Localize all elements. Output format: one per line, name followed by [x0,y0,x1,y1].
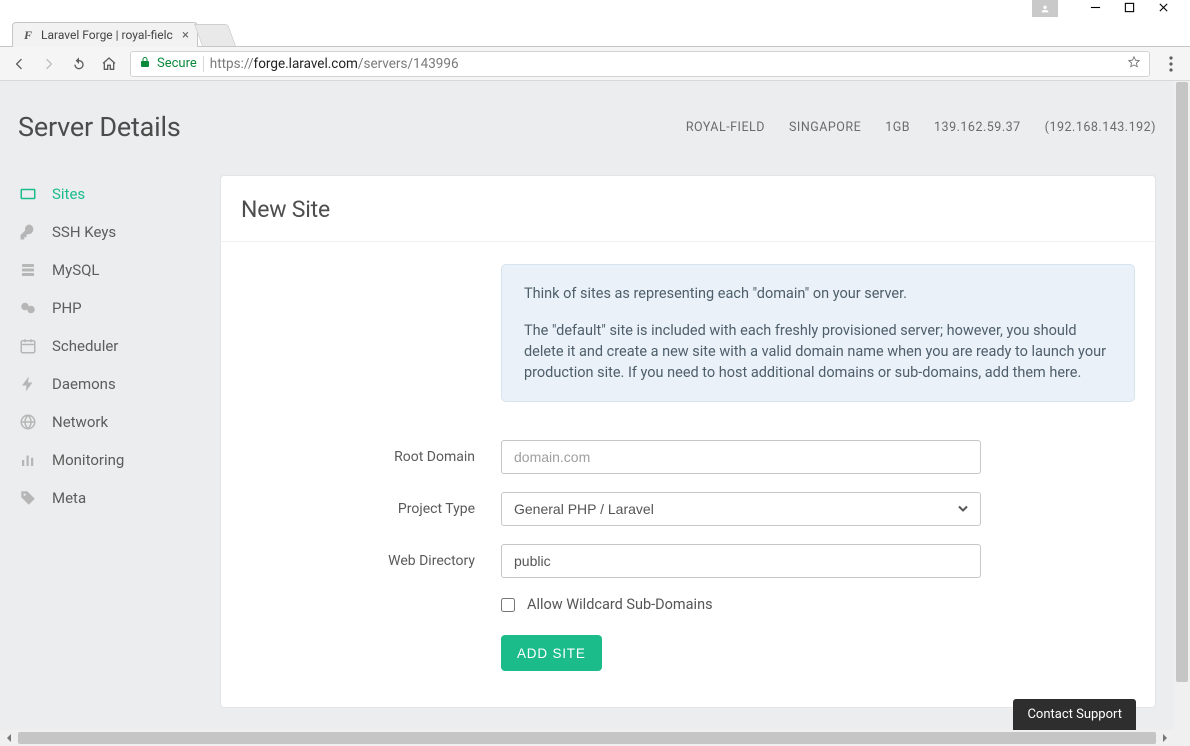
main-panel: New Site Think of sites as representing … [220,175,1156,708]
rect-icon [18,184,38,204]
info-box: Think of sites as representing each "dom… [501,264,1135,402]
add-site-button[interactable]: ADD SITE [501,635,602,671]
project-type-select[interactable]: General PHP / Laravel [501,492,981,526]
page-scroll-area: Server Details ROYAL-FIELD SINGAPORE 1GB… [0,81,1190,746]
server-private-ip: (192.168.143.192) [1045,120,1156,135]
sidebar-item-label: PHP [52,299,82,317]
sidebar-item-label: Monitoring [52,451,124,469]
forward-button[interactable] [40,55,58,73]
server-name[interactable]: ROYAL-FIELD [686,120,765,135]
browser-tabstrip: F Laravel Forge | royal-fielc × [0,21,1190,47]
hscroll-right-arrow-icon[interactable] [1157,731,1173,745]
browser-toolbar: Secure https://forge.laravel.com/servers… [0,47,1190,81]
project-type-label: Project Type [241,501,501,517]
bolt-icon [18,374,38,394]
web-directory-label: Web Directory [241,553,501,569]
sidebar-item-daemons[interactable]: Daemons [18,365,192,403]
form-row-project-type: Project Type General PHP / Laravel [241,492,1135,526]
sidebar-item-label: Daemons [52,375,116,393]
form-row-web-directory: Web Directory [241,544,1135,578]
reload-button[interactable] [70,55,88,73]
user-account-icon[interactable] [1032,0,1058,17]
wildcard-label: Allow Wildcard Sub-Domains [527,596,713,613]
server-meta: ROYAL-FIELD SINGAPORE 1GB 139.162.59.37 … [686,120,1156,135]
bars-icon [18,450,38,470]
sidebar-item-mysql[interactable]: MySQL [18,251,192,289]
wildcard-checkbox[interactable] [501,598,515,612]
new-site-form: Root Domain Project Type [241,440,1135,671]
wildcard-row: Allow Wildcard Sub-Domains [501,596,1135,613]
tag-icon [18,488,38,508]
browser-tab-title: Laravel Forge | royal-fielc [41,28,176,42]
vertical-scrollbar[interactable] [1174,81,1190,730]
sidebar-item-network[interactable]: Network [18,403,192,441]
url-text: https://forge.laravel.com/servers/143996 [210,56,459,72]
sidebar-item-label: Sites [52,185,85,203]
hscroll-left-arrow-icon[interactable] [1,731,17,745]
sidebar-item-monitoring[interactable]: Monitoring [18,441,192,479]
root-domain-label: Root Domain [241,449,501,465]
contact-support-button[interactable]: Contact Support [1013,699,1136,730]
close-tab-icon[interactable]: × [182,28,189,43]
page-title: Server Details [18,111,181,143]
sidebar-item-label: SSH Keys [52,223,116,241]
php-icon [18,298,38,318]
address-bar[interactable]: Secure https://forge.laravel.com/servers… [130,51,1150,77]
sidebar-item-label: Meta [52,489,86,507]
info-text-1: Think of sites as representing each "dom… [524,283,1112,304]
sidebar-item-scheduler[interactable]: Scheduler [18,327,192,365]
browser-menu-button[interactable] [1162,55,1180,73]
server-public-ip: 139.162.59.37 [934,120,1021,135]
sidebar-item-label: Network [52,413,108,431]
horizontal-scrollbar[interactable] [0,730,1174,746]
info-text-2: The "default" site is included with each… [524,320,1112,383]
panel-body: Think of sites as representing each "dom… [221,242,1155,699]
window-titlebar [0,0,1190,21]
browser-tab[interactable]: F Laravel Forge | royal-fielc × [12,22,198,47]
padlock-icon [139,56,151,72]
url-divider [203,56,204,72]
sidebar-item-sites[interactable]: Sites [18,175,192,213]
sidebar-item-meta[interactable]: Meta [18,479,192,517]
web-directory-input[interactable] [501,544,981,578]
form-row-root-domain: Root Domain [241,440,1135,474]
bookmark-star-icon[interactable] [1127,55,1141,73]
window-minimize-button[interactable] [1088,0,1102,14]
key-icon [18,222,38,242]
secure-label: Secure [157,56,197,71]
sidebar-item-ssh-keys[interactable]: SSH Keys [18,213,192,251]
page-content: Server Details ROYAL-FIELD SINGAPORE 1GB… [0,81,1174,746]
forge-favicon-icon: F [21,28,35,42]
root-domain-input[interactable] [501,440,981,474]
sidebar-item-php[interactable]: PHP [18,289,192,327]
home-button[interactable] [100,55,118,73]
panel-title: New Site [221,176,1155,242]
server-region: SINGAPORE [789,120,861,135]
window-maximize-button[interactable] [1122,0,1136,14]
content-row: Sites SSH Keys MySQL [0,157,1174,708]
header-row: Server Details ROYAL-FIELD SINGAPORE 1GB… [0,103,1174,157]
scrollbar-corner [1174,730,1190,746]
new-tab-button[interactable] [194,24,236,46]
vertical-scrollbar-thumb[interactable] [1176,82,1188,682]
page-viewport: Server Details ROYAL-FIELD SINGAPORE 1GB… [0,81,1190,746]
calendar-icon [18,336,38,356]
globe-icon [18,412,38,432]
sidebar-item-label: Scheduler [52,337,118,355]
database-icon [18,260,38,280]
sidebar: Sites SSH Keys MySQL [18,175,192,517]
horizontal-scrollbar-thumb[interactable] [18,732,1156,744]
window-close-button[interactable] [1156,0,1170,14]
back-button[interactable] [10,55,28,73]
server-memory: 1GB [885,120,910,135]
sidebar-item-label: MySQL [52,261,100,279]
